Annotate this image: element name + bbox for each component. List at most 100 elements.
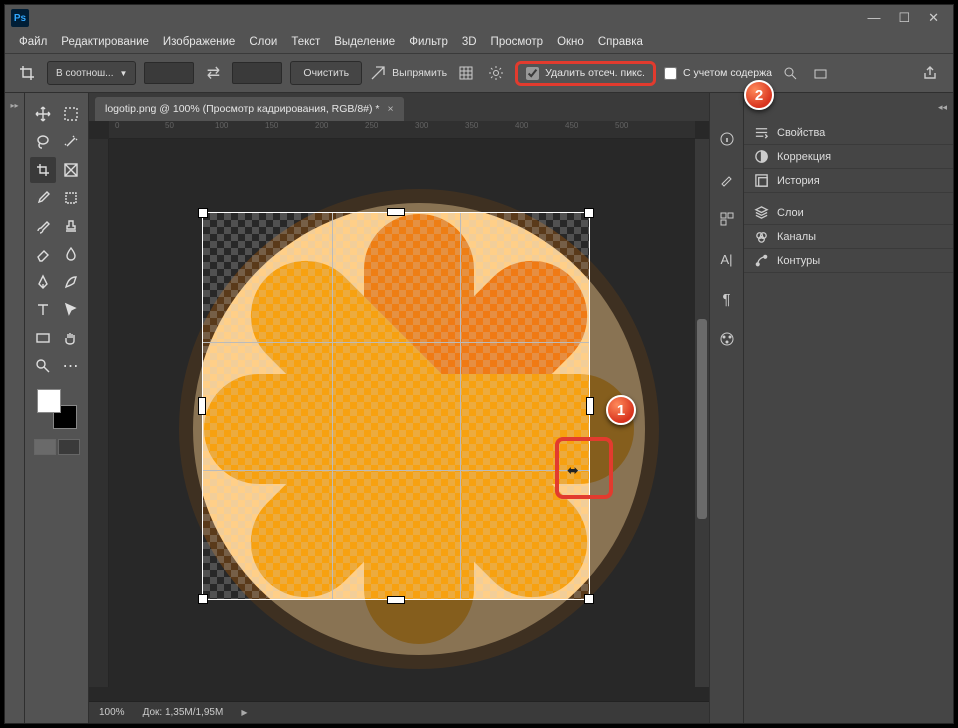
info-icon[interactable] [717, 129, 737, 149]
color-icon[interactable] [717, 329, 737, 349]
callout-1: 1 [606, 395, 636, 425]
clear-button[interactable]: Очистить [290, 61, 362, 85]
eyedropper-tool[interactable] [30, 185, 56, 211]
grid-overlay-button[interactable] [455, 62, 477, 84]
callout-2: 2 [744, 80, 774, 110]
status-arrow-icon[interactable]: ▶ [241, 708, 247, 717]
reset-icon[interactable] [810, 62, 832, 84]
content-aware-group[interactable]: С учетом содержа [664, 67, 772, 80]
menu-edit[interactable]: Редактирование [61, 36, 149, 48]
rectangle-tool[interactable] [30, 325, 56, 351]
marquee-tool[interactable] [58, 101, 84, 127]
close-button[interactable]: ✕ [928, 10, 939, 26]
frame-tool[interactable] [58, 157, 84, 183]
collapse-panels-icon[interactable]: ◂◂ [938, 102, 947, 113]
stamp-tool[interactable] [58, 213, 84, 239]
crop-handle[interactable] [198, 208, 208, 218]
options-bar: В соотнош... ▼ ⇄ Очистить Выпрямить Удал… [5, 53, 953, 93]
zoom-tool[interactable] [30, 353, 56, 379]
more-tools[interactable]: ⋯ [58, 353, 84, 379]
menu-type[interactable]: Текст [291, 36, 320, 48]
menu-window[interactable]: Окно [557, 36, 584, 48]
brushes-icon[interactable] [717, 169, 737, 189]
aspect-ratio-dropdown[interactable]: В соотнош... ▼ [47, 61, 136, 85]
menu-filter[interactable]: Фильтр [409, 36, 448, 48]
menu-view[interactable]: Просмотр [491, 36, 544, 48]
swatches-icon[interactable] [717, 209, 737, 229]
panel-paths[interactable]: Контуры [744, 249, 953, 273]
straighten-label[interactable]: Выпрямить [392, 67, 447, 79]
status-bar: 100% Док: 1,35M/1,95M ▶ [89, 701, 709, 723]
panels: ◂◂ Свойства Коррекция История Слои Канал… [743, 93, 953, 723]
ruler-vertical [89, 139, 109, 687]
panel-channels[interactable]: Каналы [744, 225, 953, 249]
menu-select[interactable]: Выделение [334, 36, 395, 48]
panel-layers[interactable]: Слои [744, 201, 953, 225]
paragraph-icon[interactable]: ¶ [717, 289, 737, 309]
swap-dimensions-button[interactable]: ⇄ [202, 62, 224, 84]
collapse-arrow-icon[interactable]: ▸▸ [10, 101, 18, 110]
type-tool[interactable] [30, 297, 56, 323]
straighten-group: Выпрямить [370, 65, 447, 81]
character-icon[interactable]: A| [717, 249, 737, 269]
move-tool[interactable] [30, 101, 56, 127]
menu-file[interactable]: Файл [19, 36, 47, 48]
height-input[interactable] [232, 62, 282, 84]
search-icon[interactable] [780, 62, 802, 84]
zoom-level[interactable]: 100% [99, 707, 125, 718]
titlebar: Ps — ☐ ✕ [5, 5, 953, 31]
eraser-tool[interactable] [30, 241, 56, 267]
minimize-button[interactable]: — [867, 10, 880, 26]
doc-tab-label: logotip.png @ 100% (Просмотр кадрировани… [105, 103, 380, 115]
menu-help[interactable]: Справка [598, 36, 643, 48]
menu-image[interactable]: Изображение [163, 36, 235, 48]
maximize-button[interactable]: ☐ [898, 10, 910, 26]
content-aware-check[interactable] [664, 67, 677, 80]
crop-handle[interactable] [198, 594, 208, 604]
crop-handle[interactable] [586, 397, 594, 415]
color-swatches[interactable] [37, 389, 77, 429]
document-area: logotip.png @ 100% (Просмотр кадрировани… [89, 93, 709, 723]
crop-handle[interactable] [387, 596, 405, 604]
quickmask-mode[interactable] [58, 439, 80, 455]
hand-tool[interactable] [58, 325, 84, 351]
crop-handle[interactable] [584, 594, 594, 604]
scroll-thumb[interactable] [697, 319, 707, 519]
ps-logo: Ps [11, 9, 29, 27]
menubar: Файл Редактирование Изображение Слои Тек… [5, 31, 953, 53]
doc-tab[interactable]: logotip.png @ 100% (Просмотр кадрировани… [95, 97, 404, 121]
annotation-box-1 [555, 437, 613, 499]
delete-cropped-pixels-checkbox[interactable]: Удалить отсеч. пикс. [515, 61, 656, 86]
app-window: Ps — ☐ ✕ Файл Редактирование Изображение… [4, 4, 954, 724]
delete-cropped-label: Удалить отсеч. пикс. [545, 67, 645, 79]
share-button[interactable] [917, 60, 943, 86]
crop-tool[interactable] [30, 157, 56, 183]
menu-3d[interactable]: 3D [462, 36, 477, 48]
panel-history[interactable]: История [744, 169, 953, 193]
width-input[interactable] [144, 62, 194, 84]
close-tab-icon[interactable]: × [388, 103, 394, 115]
delete-cropped-check[interactable] [526, 67, 539, 80]
lasso-tool[interactable] [30, 129, 56, 155]
menu-layers[interactable]: Слои [249, 36, 277, 48]
standard-mode[interactable] [34, 439, 56, 455]
crop-box[interactable] [203, 213, 589, 599]
path-select-tool[interactable] [58, 297, 84, 323]
gear-icon[interactable] [485, 62, 507, 84]
crop-handle[interactable] [387, 208, 405, 216]
panel-properties[interactable]: Свойства [744, 121, 953, 145]
history-brush-tool[interactable] [58, 269, 84, 295]
crop-handle[interactable] [198, 397, 206, 415]
vertical-scrollbar[interactable] [695, 139, 709, 687]
pen-tool[interactable] [30, 269, 56, 295]
toolbox: ⋯ [25, 93, 89, 723]
patch-tool[interactable] [58, 185, 84, 211]
quickmask-row [34, 439, 80, 455]
blur-tool[interactable] [58, 241, 84, 267]
fg-color[interactable] [37, 389, 61, 413]
magic-wand-tool[interactable] [58, 129, 84, 155]
brush-tool[interactable] [30, 213, 56, 239]
panel-adjustments[interactable]: Коррекция [744, 145, 953, 169]
canvas[interactable]: ⬌ 1 [109, 139, 695, 687]
crop-handle[interactable] [584, 208, 594, 218]
